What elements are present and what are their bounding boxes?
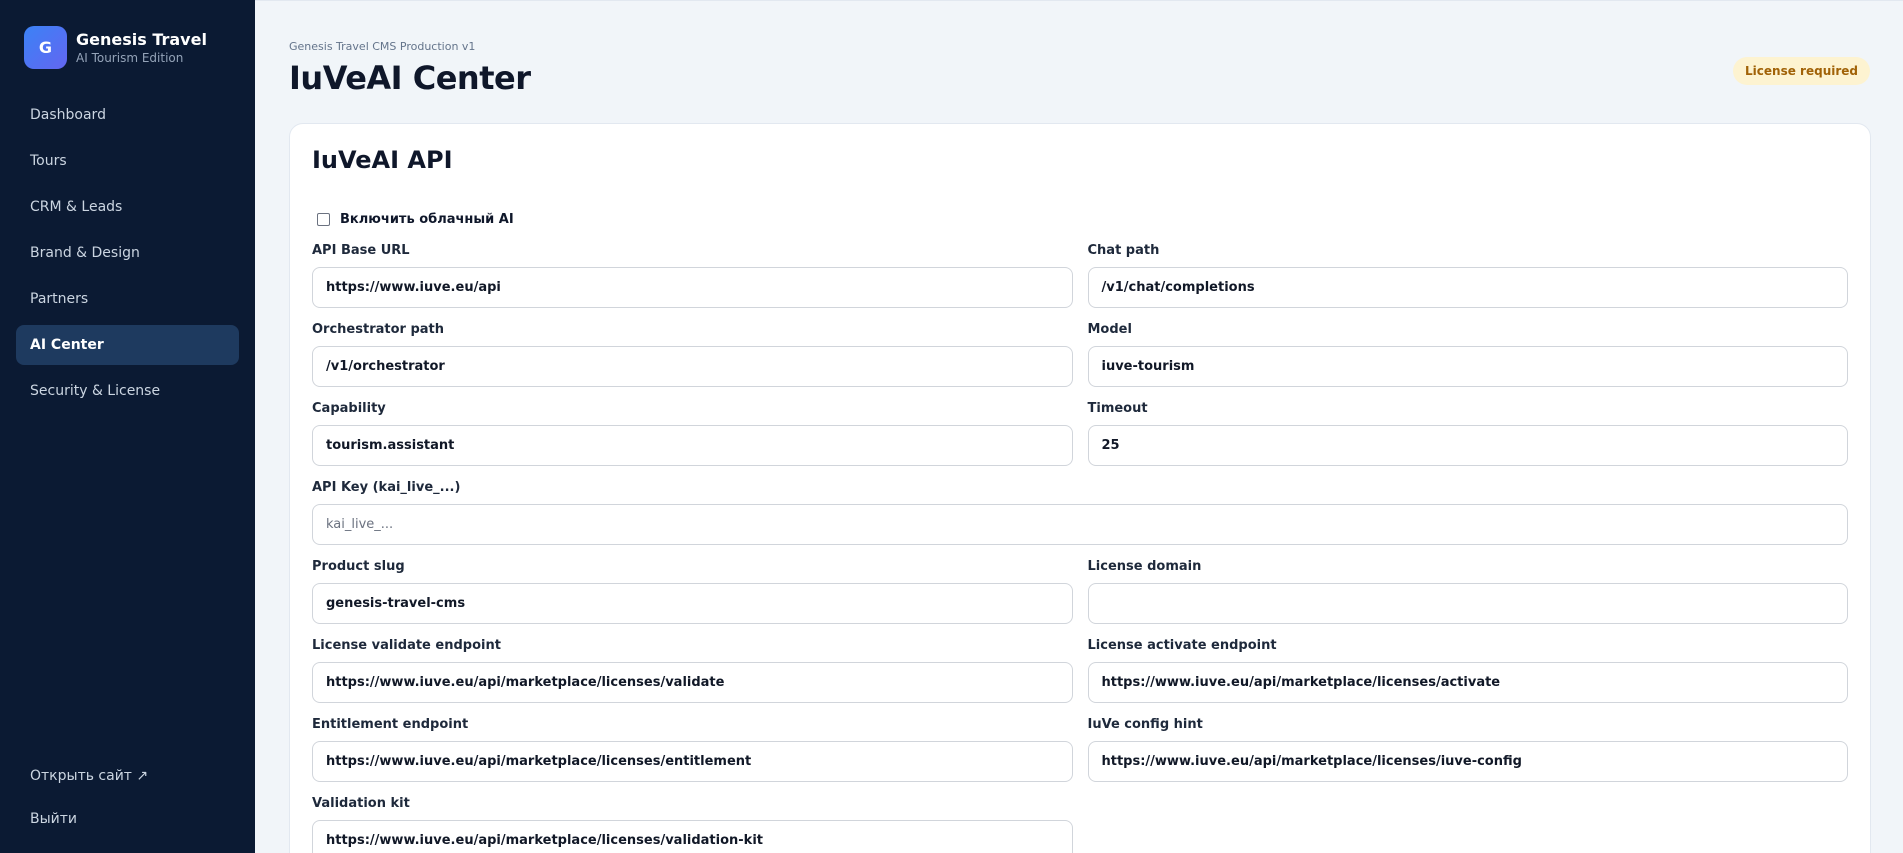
cloud-ai-toggle-row[interactable]: Включить облачный AI	[317, 212, 1848, 227]
brand-logo: G	[24, 26, 67, 69]
field-label: IuVe config hint	[1087, 717, 1203, 732]
field-config-hint: IuVe config hint https://www.iuve.eu/api…	[1087, 717, 1848, 782]
api-base-url-input[interactable]: https://www.iuve.eu/api	[312, 267, 1073, 308]
config-hint-input[interactable]: https://www.iuve.eu/api/marketplace/lice…	[1087, 741, 1848, 782]
brand-text: Genesis Travel AI Tourism Edition	[76, 30, 207, 66]
license-validate-input[interactable]: https://www.iuve.eu/api/marketplace/lice…	[312, 662, 1073, 703]
brand-subtitle: AI Tourism Edition	[76, 50, 184, 65]
field-chat-path: Chat path /v1/chat/completions	[1087, 243, 1848, 308]
model-input[interactable]: iuve-tourism	[1087, 346, 1848, 387]
field-label: Entitlement endpoint	[312, 717, 469, 732]
open-site-link[interactable]: Открыть сайт ↗	[16, 756, 239, 796]
license-activate-input[interactable]: https://www.iuve.eu/api/marketplace/lice…	[1087, 662, 1848, 703]
field-product-slug: Product slug genesis-travel-cms	[312, 559, 1073, 624]
sidebar-nav: Dashboard Tours CRM & Leads Brand & Desi…	[0, 95, 255, 411]
breadcrumb: Genesis Travel CMS Production v1	[289, 40, 476, 53]
field-label: License activate endpoint	[1087, 638, 1277, 653]
field-label: API Base URL	[312, 243, 410, 258]
main-content: Genesis Travel CMS Production v1 IuVeAI …	[255, 0, 1903, 853]
license-domain-input[interactable]	[1087, 583, 1848, 624]
field-entitlement: Entitlement endpoint https://www.iuve.eu…	[312, 717, 1073, 782]
validation-kit-input[interactable]: https://www.iuve.eu/api/marketplace/lice…	[312, 820, 1073, 853]
field-capability: Capability tourism.assistant	[312, 401, 1073, 466]
field-label: API Key (kai_live_...)	[312, 480, 461, 495]
product-slug-input[interactable]: genesis-travel-cms	[312, 583, 1073, 624]
sidebar-item-brand-design[interactable]: Brand & Design	[16, 233, 239, 273]
field-label: Orchestrator path	[312, 322, 445, 337]
field-license-domain: License domain	[1087, 559, 1848, 624]
field-license-validate: License validate endpoint https://www.iu…	[312, 638, 1073, 703]
field-validation-kit: Validation kit https://www.iuve.eu/api/m…	[312, 796, 1073, 853]
sidebar-item-dashboard[interactable]: Dashboard	[16, 95, 239, 135]
sidebar-item-ai-center[interactable]: AI Center	[16, 325, 239, 365]
sidebar-item-security-license[interactable]: Security & License	[16, 371, 239, 411]
field-timeout: Timeout 25	[1087, 401, 1848, 466]
api-settings-card: IuVeAI API Включить облачный AI API Base…	[289, 123, 1871, 853]
settings-form: API Base URL https://www.iuve.eu/api Cha…	[312, 243, 1848, 853]
field-license-activate: License activate endpoint https://www.iu…	[1087, 638, 1848, 703]
logout-link[interactable]: Выйти	[16, 799, 239, 839]
sidebar-item-tours[interactable]: Tours	[16, 141, 239, 181]
capability-input[interactable]: tourism.assistant	[312, 425, 1073, 466]
sidebar-item-crm-leads[interactable]: CRM & Leads	[16, 187, 239, 227]
status-badge: License required	[1733, 57, 1870, 85]
field-label: Chat path	[1087, 243, 1160, 258]
sidebar: G Genesis Travel AI Tourism Edition Dash…	[0, 0, 255, 853]
field-orchestrator-path: Orchestrator path /v1/orchestrator	[312, 322, 1073, 387]
sidebar-item-partners[interactable]: Partners	[16, 279, 239, 319]
field-model: Model iuve-tourism	[1087, 322, 1848, 387]
sidebar-bottom: Открыть сайт ↗ Выйти	[16, 753, 239, 839]
field-api-base-url: API Base URL https://www.iuve.eu/api	[312, 243, 1073, 308]
field-label: License validate endpoint	[312, 638, 501, 653]
timeout-input[interactable]: 25	[1087, 425, 1848, 466]
brand-name: Genesis Travel	[76, 29, 207, 49]
orchestrator-path-input[interactable]: /v1/orchestrator	[312, 346, 1073, 387]
api-key-input[interactable]: kai_live_...	[312, 504, 1848, 545]
api-key-placeholder: kai_live_...	[326, 517, 394, 532]
field-label: Validation kit	[312, 796, 410, 811]
field-label: License domain	[1087, 559, 1202, 574]
page-title: IuVeAI Center	[289, 59, 531, 97]
field-api-key: API Key (kai_live_...) kai_live_...	[312, 480, 1848, 545]
entitlement-input[interactable]: https://www.iuve.eu/api/marketplace/lice…	[312, 741, 1073, 782]
chat-path-input[interactable]: /v1/chat/completions	[1087, 267, 1848, 308]
brand: G Genesis Travel AI Tourism Edition	[0, 0, 255, 69]
field-label: Model	[1087, 322, 1132, 337]
field-label: Product slug	[312, 559, 405, 574]
field-label: Capability	[312, 401, 386, 416]
cloud-ai-checkbox-label[interactable]: Включить облачный AI	[340, 212, 514, 227]
card-title: IuVeAI API	[312, 146, 453, 174]
field-label: Timeout	[1087, 401, 1148, 416]
app-root: G Genesis Travel AI Tourism Edition Dash…	[0, 0, 1903, 853]
cloud-ai-checkbox[interactable]	[317, 213, 330, 226]
